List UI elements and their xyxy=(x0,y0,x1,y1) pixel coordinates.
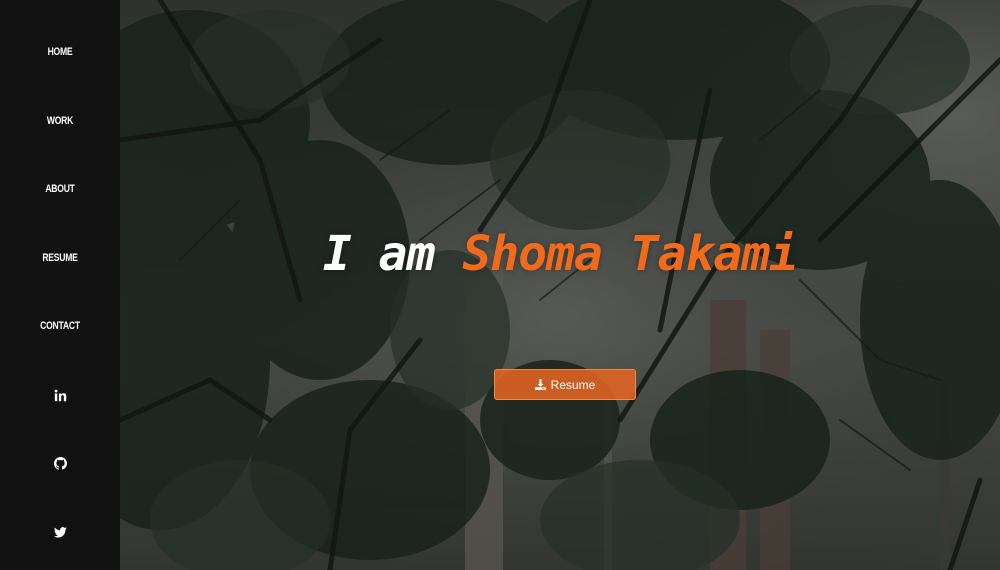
resume-button-label: Resume xyxy=(550,377,596,392)
hero-section: I am Shoma Takami Resume xyxy=(120,0,1000,570)
linkedin-icon xyxy=(54,389,66,401)
hero-headline: I am Shoma Takami xyxy=(120,226,1000,282)
hero-overlay xyxy=(120,0,1000,570)
nav-work[interactable]: WORK xyxy=(13,114,107,128)
headline-name: Shoma Takami xyxy=(462,226,798,282)
nav-home[interactable]: HOME xyxy=(13,45,107,59)
nav-about[interactable]: ABOUT xyxy=(13,182,107,196)
download-icon xyxy=(534,379,546,390)
nav-contact[interactable]: CONTACT xyxy=(13,319,107,333)
github-icon xyxy=(53,456,67,470)
linkedin-link[interactable] xyxy=(0,387,120,403)
twitter-icon xyxy=(53,526,67,537)
resume-download-button[interactable]: Resume xyxy=(494,369,636,400)
headline-lead: I am xyxy=(322,226,436,282)
twitter-link[interactable] xyxy=(0,524,120,540)
sidebar: HOME WORK ABOUT RESUME CONTACT xyxy=(0,0,120,570)
github-link[interactable] xyxy=(0,455,120,471)
nav-resume[interactable]: RESUME xyxy=(13,251,107,265)
page: HOME WORK ABOUT RESUME CONTACT I am Shom… xyxy=(0,0,1000,570)
